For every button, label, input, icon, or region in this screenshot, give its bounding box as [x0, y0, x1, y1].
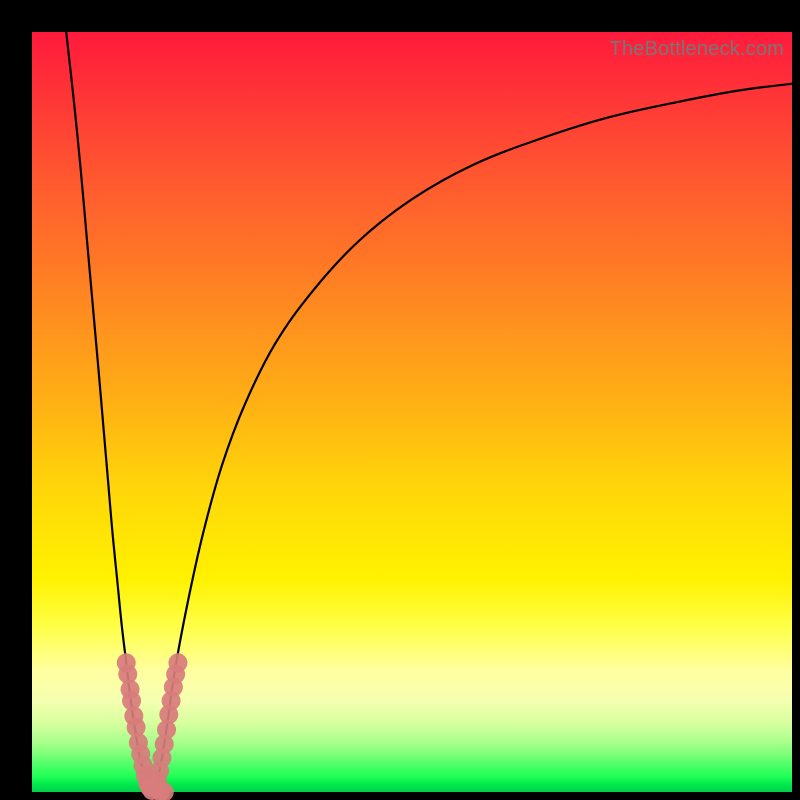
data-point — [168, 653, 187, 672]
chart-frame: TheBottleneck.com — [0, 0, 800, 800]
chart-svg — [0, 0, 800, 800]
curve-right-branch — [153, 84, 792, 792]
curve-left-branch — [66, 32, 153, 792]
